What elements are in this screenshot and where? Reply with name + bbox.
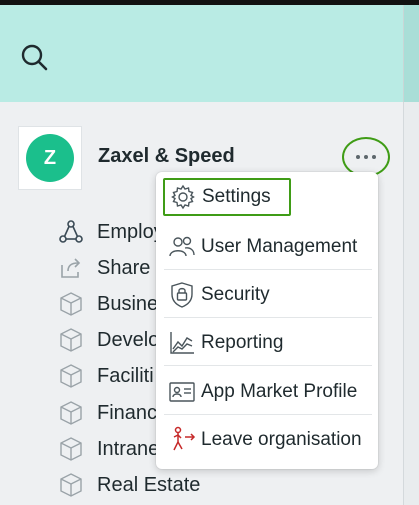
scrollbar-track[interactable] — [403, 102, 419, 505]
share-icon — [58, 255, 84, 281]
lock-shield-icon — [167, 280, 197, 310]
org-options-menu: Settings User Management Security Report… — [156, 172, 378, 469]
menu-item-label: Reporting — [201, 331, 284, 353]
cube-icon — [58, 436, 84, 462]
nav-item-employ[interactable]: Employ — [58, 219, 164, 245]
more-dot-icon — [356, 155, 360, 159]
leave-icon — [167, 425, 197, 455]
more-dot-icon — [372, 155, 376, 159]
nav-item-label: Share — [97, 256, 151, 279]
cube-icon — [58, 291, 84, 317]
chart-icon — [167, 328, 197, 358]
menu-item-label: Leave organisation — [201, 429, 362, 450]
more-dot-icon — [364, 155, 368, 159]
nav-item-finance[interactable]: Financ — [58, 400, 157, 426]
nav-item-label: Busine — [97, 292, 159, 315]
header-scroll-area — [403, 5, 419, 102]
search-button[interactable] — [18, 41, 52, 75]
menu-item-leave-organisation[interactable]: Leave organisation — [164, 417, 372, 463]
org-logo[interactable]: Z — [18, 126, 82, 190]
nav-item-label: Faciliti — [97, 364, 154, 387]
nav-item-label: Intrane — [97, 437, 160, 460]
nav-item-label: Develo — [97, 328, 160, 351]
search-icon — [21, 44, 48, 71]
hierarchy-icon — [58, 219, 84, 245]
menu-item-label: User Management — [201, 235, 358, 257]
menu-item-app-market-profile[interactable]: App Market Profile — [164, 369, 372, 415]
menu-item-user-management[interactable]: User Management — [164, 224, 372, 270]
cube-icon — [58, 472, 84, 498]
menu-item-security[interactable]: Security — [164, 272, 372, 318]
menu-item-label: App Market Profile — [201, 380, 358, 402]
header-bar — [0, 5, 403, 102]
nav-item-share[interactable]: Share — [58, 255, 150, 281]
nav-item-intranet[interactable]: Intrane — [58, 436, 159, 462]
menu-item-label: Security — [201, 283, 270, 305]
more-options-button[interactable] — [342, 137, 390, 177]
nav-item-real-estate[interactable]: Real Estate — [58, 472, 200, 498]
menu-item-reporting[interactable]: Reporting — [164, 320, 372, 366]
cube-icon — [58, 400, 84, 426]
cube-icon — [58, 363, 84, 389]
gear-icon — [168, 182, 198, 212]
users-icon — [167, 232, 197, 262]
org-name[interactable]: Zaxel & Speed — [98, 145, 235, 168]
nav-item-label: Real Estate — [97, 473, 201, 496]
profile-card-icon — [167, 377, 197, 407]
menu-item-label: Settings — [202, 186, 271, 207]
cube-icon — [58, 327, 84, 353]
nav-item-label: Financ — [97, 401, 158, 424]
org-logo-letter: Z — [26, 134, 74, 182]
nav-item-facilities[interactable]: Faciliti — [58, 363, 154, 389]
nav-item-label: Employ — [97, 220, 164, 243]
menu-item-settings[interactable]: Settings — [163, 178, 291, 216]
nav-item-business[interactable]: Busine — [58, 291, 158, 317]
nav-item-development[interactable]: Develo — [58, 327, 159, 353]
